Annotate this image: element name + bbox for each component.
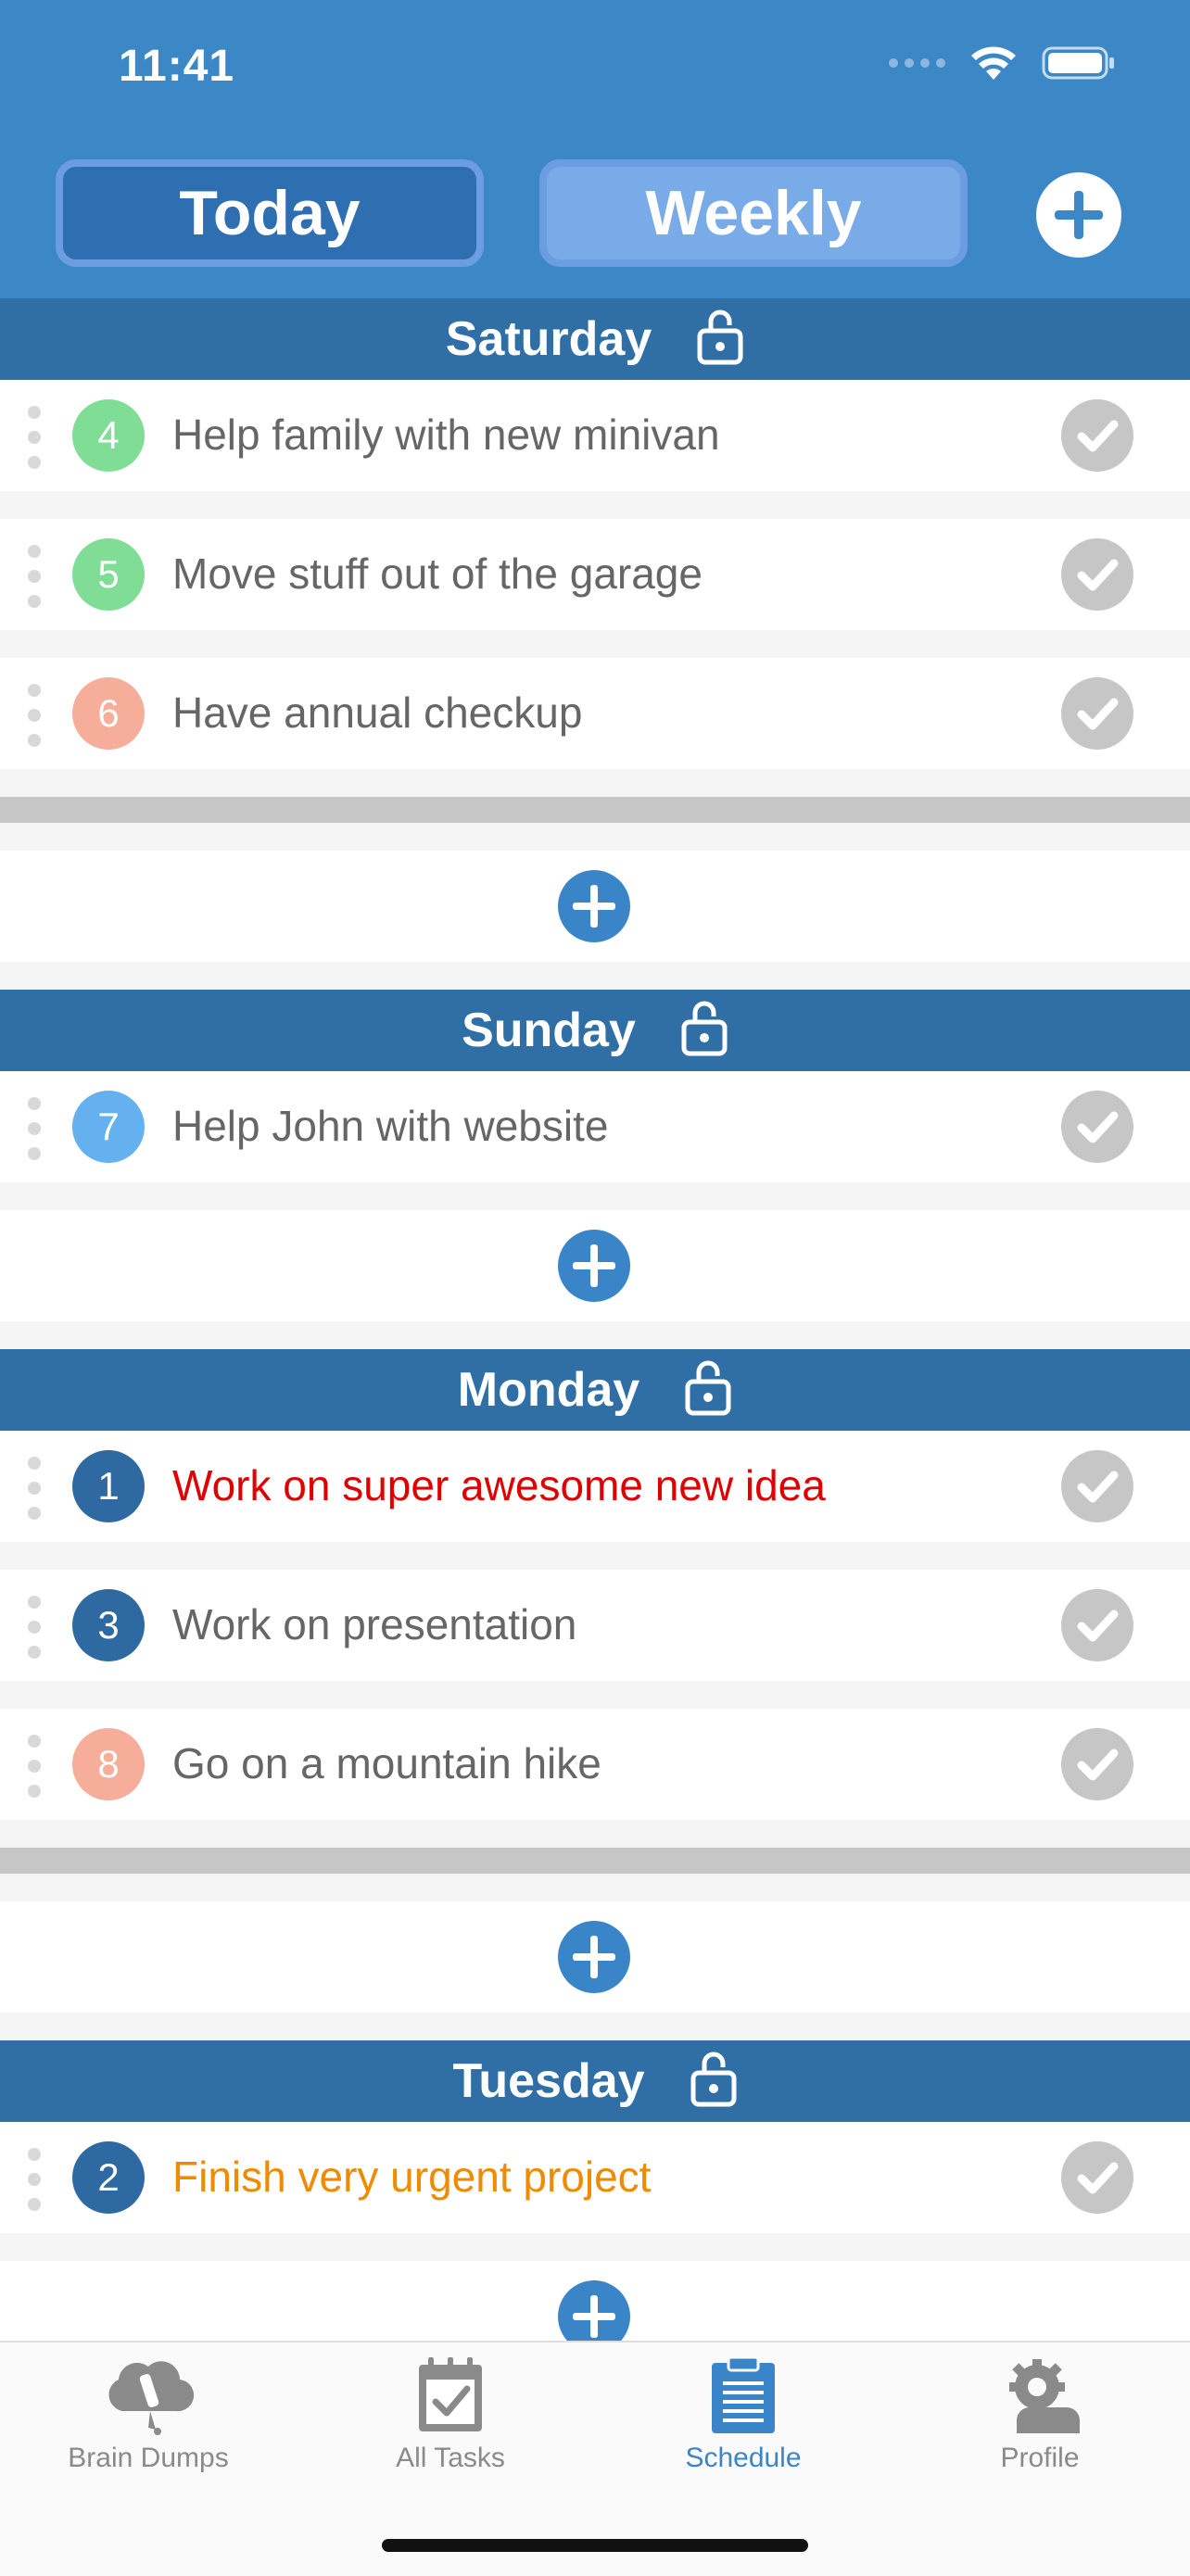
day-title: Sunday [462,1004,636,1057]
drag-handle-icon[interactable] [28,684,41,747]
day-header-saturday: Saturday [0,298,1190,380]
task-title: Help John with website [172,1102,609,1150]
complete-check-icon[interactable] [1061,677,1133,750]
task-title: Go on a mountain hike [172,1739,601,1787]
task-title: Have annual checkup [172,688,583,737]
status-time: 11:41 [119,42,235,91]
unlock-icon[interactable] [684,1359,732,1417]
day-header-monday: Monday [0,1349,1190,1431]
tab-profile[interactable]: Profile [929,2355,1151,2474]
day-header-sunday: Sunday [0,990,1190,1071]
tab-label: All Tasks [396,2443,505,2473]
task-row[interactable]: 8 Go on a mountain hike [0,1709,1190,1820]
task-number-badge: 7 [72,1091,145,1163]
tab-today[interactable]: Today [56,159,484,267]
task-number-badge: 3 [72,1589,145,1661]
task-title: Work on presentation [172,1600,577,1648]
task-number-badge: 5 [72,538,145,611]
header: 11:41 Today Weekly [0,0,1190,298]
add-task-button[interactable] [558,870,630,942]
day-title: Tuesday [452,2054,645,2108]
task-row[interactable]: 5 Move stuff out of the garage [0,519,1190,630]
add-task-row-sunday[interactable] [0,1210,1190,1321]
day-header-tuesday: Tuesday [0,2040,1190,2122]
complete-check-icon[interactable] [1061,1728,1133,1800]
task-row[interactable]: 6 Have annual checkup [0,658,1190,769]
unlock-icon[interactable] [690,2051,738,2108]
complete-check-icon[interactable] [1061,2141,1133,2214]
unlock-icon[interactable] [696,309,744,366]
complete-check-icon[interactable] [1061,1450,1133,1522]
tab-brain-dumps[interactable]: Brain Dumps [37,2355,260,2474]
add-task-button[interactable] [558,1230,630,1302]
complete-check-icon[interactable] [1061,1589,1133,1661]
profile-gear-icon [1009,2359,1080,2433]
drag-handle-icon[interactable] [28,1596,41,1659]
home-indicator[interactable] [382,2539,808,2552]
tab-all-tasks[interactable]: All Tasks [339,2355,562,2474]
task-number-badge: 2 [72,2141,145,2214]
tab-label: Profile [1000,2443,1080,2473]
task-number-badge: 8 [72,1728,145,1800]
schedule-list[interactable]: Saturday 4 Help family with new minivan … [0,298,1190,2341]
tab-weekly[interactable]: Weekly [539,159,968,267]
drag-handle-icon[interactable] [28,1735,41,1798]
day-title: Monday [457,1363,640,1417]
wifi-icon [971,46,1016,80]
task-number-badge: 1 [72,1450,145,1522]
add-task-row-saturday[interactable] [0,851,1190,962]
task-row[interactable]: 7 Help John with website [0,1071,1190,1182]
drag-handle-icon[interactable] [28,1457,41,1520]
drag-handle-icon[interactable] [28,545,41,608]
task-row[interactable]: 1 Work on super awesome new idea [0,1431,1190,1542]
complete-check-icon[interactable] [1061,399,1133,472]
drag-handle-icon[interactable] [28,406,41,469]
task-title: Work on super awesome new idea [172,1461,826,1509]
task-number-badge: 4 [72,399,145,472]
drag-handle-icon[interactable] [28,2148,41,2211]
add-task-button[interactable] [1036,172,1121,258]
add-task-row-monday[interactable] [0,1901,1190,2013]
brain-cloud-icon [108,2361,195,2435]
task-row[interactable]: 2 Finish very urgent project [0,2122,1190,2233]
add-task-button[interactable] [558,2280,630,2341]
task-limit-divider [0,1848,1190,1874]
clipboard-list-icon [712,2355,775,2433]
add-task-button[interactable] [558,1921,630,1993]
battery-icon [1042,46,1114,80]
task-title: Finish very urgent project [172,2153,652,2201]
task-limit-divider [0,797,1190,823]
task-row[interactable]: 4 Help family with new minivan [0,380,1190,491]
add-task-row-tuesday[interactable] [0,2261,1190,2341]
complete-check-icon[interactable] [1061,538,1133,611]
task-title: Help family with new minivan [172,410,720,459]
day-title: Saturday [445,312,652,366]
status-icons [889,44,1116,82]
task-row[interactable]: 3 Work on presentation [0,1570,1190,1681]
task-number-badge: 6 [72,677,145,750]
tab-schedule[interactable]: Schedule [632,2355,855,2474]
tab-label: Brain Dumps [68,2443,229,2473]
cellular-signal-icon [889,58,945,68]
calendar-check-icon [419,2357,482,2431]
task-title: Move stuff out of the garage [172,549,703,598]
tab-label: Schedule [685,2443,802,2473]
drag-handle-icon[interactable] [28,1097,41,1160]
unlock-icon[interactable] [680,1000,728,1057]
complete-check-icon[interactable] [1061,1091,1133,1163]
